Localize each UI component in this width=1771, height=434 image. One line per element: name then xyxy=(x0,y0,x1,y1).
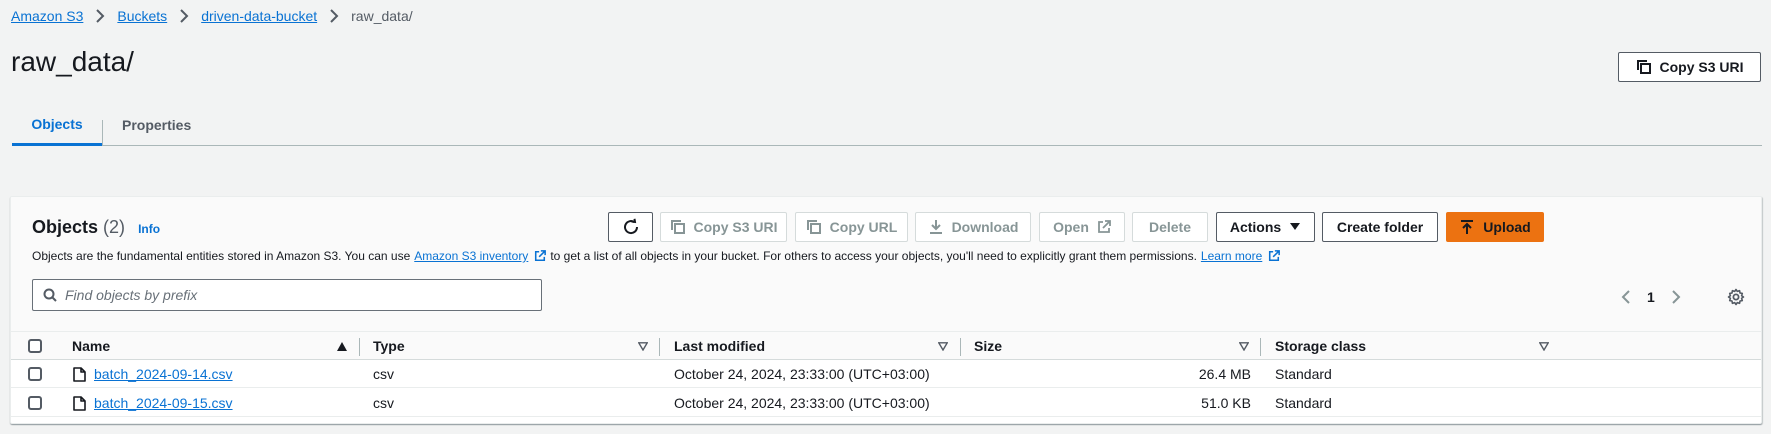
row-checkbox[interactable] xyxy=(28,396,42,410)
inventory-link[interactable]: Amazon S3 inventory xyxy=(414,249,528,263)
objects-description: Objects are the fundamental entities sto… xyxy=(32,249,1284,263)
search-input[interactable] xyxy=(65,287,505,303)
file-icon xyxy=(73,366,86,382)
file-icon xyxy=(73,395,86,411)
page-number[interactable]: 1 xyxy=(1647,289,1655,305)
tab-divider xyxy=(102,120,103,146)
column-type[interactable]: Type xyxy=(373,332,405,360)
gear-icon[interactable] xyxy=(1727,288,1745,306)
copy-s3-uri-button[interactable]: Copy S3 URI xyxy=(1618,52,1761,82)
tab-bar: Objects Properties xyxy=(12,104,1762,146)
description-text: Objects are the fundamental entities sto… xyxy=(32,249,411,263)
refresh-icon xyxy=(622,218,640,236)
column-last-modified[interactable]: Last modified xyxy=(674,332,765,360)
actions-label: Actions xyxy=(1229,219,1282,235)
caret-down-icon xyxy=(1289,222,1301,232)
chevron-right-icon xyxy=(95,9,105,23)
external-link-icon xyxy=(534,250,547,262)
name-cell: batch_2024-09-15.csv xyxy=(73,389,233,417)
modified-cell: October 24, 2024, 23:33:00 (UTC+03:00) xyxy=(674,366,930,382)
download-icon xyxy=(928,219,944,235)
table-row[interactable]: batch_2024-09-14.csv csv October 24, 202… xyxy=(11,360,1761,388)
objects-panel-header: Objects (2) Info Copy S3 URI Copy URL Do… xyxy=(11,197,1761,331)
storage-class-cell: Standard xyxy=(1275,395,1332,411)
refresh-button[interactable] xyxy=(608,212,653,242)
chevron-left-icon[interactable] xyxy=(1621,290,1631,304)
size-cell: 51.0 KB xyxy=(1201,395,1251,411)
external-link-icon xyxy=(1097,220,1111,234)
sort-icon[interactable] xyxy=(1539,342,1549,351)
objects-heading-label: Objects xyxy=(32,217,99,237)
breadcrumb-amazon-s3[interactable]: Amazon S3 xyxy=(11,8,83,24)
size-cell: 26.4 MB xyxy=(1198,366,1251,382)
objects-count: (2) xyxy=(103,217,126,237)
breadcrumb-current: raw_data/ xyxy=(351,8,413,24)
download-label: Download xyxy=(951,219,1019,235)
copy-icon xyxy=(806,219,822,235)
create-folder-label: Create folder xyxy=(1336,219,1424,235)
table-row[interactable]: batch_2024-09-15.csv csv October 24, 202… xyxy=(11,389,1761,417)
breadcrumb-bucket[interactable]: driven-data-bucket xyxy=(201,8,317,24)
copy-s3-uri-label: Copy S3 URI xyxy=(693,219,778,235)
sort-ascending-icon[interactable] xyxy=(337,342,347,351)
row-checkbox[interactable] xyxy=(28,367,42,381)
object-name-link[interactable]: batch_2024-09-14.csv xyxy=(94,366,233,382)
open-button[interactable]: Open xyxy=(1039,212,1125,242)
description-text-2: to get a list of all objects in your buc… xyxy=(550,249,1197,263)
column-divider xyxy=(1260,338,1261,356)
breadcrumb-buckets[interactable]: Buckets xyxy=(117,8,167,24)
type-cell: csv xyxy=(373,366,394,382)
breadcrumb: Amazon S3 Buckets driven-data-bucket raw… xyxy=(11,8,413,24)
copy-url-label: Copy URL xyxy=(829,219,898,235)
chevron-right-icon[interactable] xyxy=(1671,290,1681,304)
column-size[interactable]: Size xyxy=(974,332,1002,360)
copy-icon xyxy=(670,219,686,235)
open-label: Open xyxy=(1053,219,1089,235)
delete-label: Delete xyxy=(1148,219,1192,235)
tab-objects[interactable]: Objects xyxy=(12,104,102,146)
name-cell: batch_2024-09-14.csv xyxy=(73,360,233,388)
objects-panel: Objects (2) Info Copy S3 URI Copy URL Do… xyxy=(10,196,1762,424)
column-divider xyxy=(659,338,660,356)
column-name[interactable]: Name xyxy=(72,332,110,360)
chevron-right-icon xyxy=(179,9,189,23)
copy-url-button[interactable]: Copy URL xyxy=(795,212,908,242)
sort-icon[interactable] xyxy=(638,342,648,351)
upload-icon xyxy=(1459,219,1475,235)
upload-button[interactable]: Upload xyxy=(1446,212,1544,242)
search-icon xyxy=(43,288,57,302)
type-cell: csv xyxy=(373,395,394,411)
copy-s3-uri-label: Copy S3 URI xyxy=(1659,59,1744,75)
column-divider xyxy=(960,338,961,356)
delete-button[interactable]: Delete xyxy=(1132,212,1208,242)
modified-cell: October 24, 2024, 23:33:00 (UTC+03:00) xyxy=(674,395,930,411)
learn-more-link[interactable]: Learn more xyxy=(1201,249,1262,263)
copy-s3-uri-button-disabled[interactable]: Copy S3 URI xyxy=(660,212,787,242)
search-field[interactable] xyxy=(32,279,542,311)
storage-class-cell: Standard xyxy=(1275,366,1332,382)
tab-properties[interactable]: Properties xyxy=(122,104,191,146)
info-link[interactable]: Info xyxy=(138,222,160,236)
upload-label: Upload xyxy=(1483,219,1531,235)
external-link-icon xyxy=(1268,250,1281,262)
pagination: 1 xyxy=(1621,289,1681,305)
chevron-right-icon xyxy=(329,9,339,23)
page-title: raw_data/ xyxy=(11,46,134,77)
select-all-checkbox[interactable] xyxy=(28,339,42,353)
column-storage-class[interactable]: Storage class xyxy=(1275,332,1366,360)
create-folder-button[interactable]: Create folder xyxy=(1322,212,1438,242)
object-name-link[interactable]: batch_2024-09-15.csv xyxy=(94,395,233,411)
download-button[interactable]: Download xyxy=(915,212,1031,242)
copy-icon xyxy=(1636,59,1652,75)
sort-icon[interactable] xyxy=(1239,342,1249,351)
actions-dropdown[interactable]: Actions xyxy=(1216,212,1315,242)
sort-icon[interactable] xyxy=(938,342,948,351)
objects-heading: Objects (2) Info xyxy=(32,217,160,238)
column-divider xyxy=(359,338,360,356)
table-header: Name Type Last modified Size Storage cla… xyxy=(11,331,1761,360)
